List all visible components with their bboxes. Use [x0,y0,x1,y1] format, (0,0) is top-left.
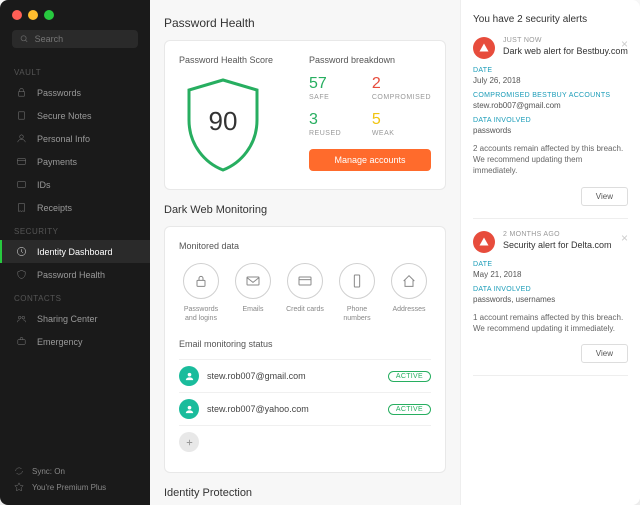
email-address: stew.rob007@gmail.com [207,371,380,381]
alert-accounts: stew.rob007@gmail.com [473,101,628,110]
email-row: stew.rob007@yahoo.com ACTIVE [179,392,431,425]
alerts-panel: You have 2 security alerts × JUST NOW Da… [460,0,640,505]
sidebar-item-label: Payments [37,157,77,167]
reused-count: 3REUSED [309,111,360,137]
identity-title: Identity Protection [164,487,446,499]
email-status-label: Email monitoring status [179,339,431,349]
alert-card: × 2 MONTHS AGO Security alert for Delta.… [473,231,628,376]
sidebar: VAULT Passwords Secure Notes Personal In… [0,0,150,505]
view-button[interactable]: View [581,344,628,363]
alert-field-label: DATE [473,261,628,268]
section-vault: VAULT [0,60,150,81]
sidebar-item-sharing-center[interactable]: Sharing Center [0,307,150,330]
avatar [179,366,199,386]
search-container[interactable] [12,30,138,48]
monitored-credit-cards[interactable]: Credit cards [283,263,327,323]
alert-date: July 26, 2018 [473,76,628,85]
sidebar-footer: Sync: On You're Premium Plus [0,453,150,505]
monitored-passwords[interactable]: Passwords and logins [179,263,223,323]
sidebar-item-payments[interactable]: Payments [0,150,150,173]
close-icon[interactable]: × [621,37,628,51]
alert-description: 2 accounts remain affected by this breac… [473,143,628,177]
monitored-emails[interactable]: Emails [231,263,275,323]
shield-icon: 90 [179,75,267,175]
sidebar-item-identity-dashboard[interactable]: Identity Dashboard [0,240,150,263]
sidebar-item-label: Emergency [37,337,83,347]
close-icon[interactable]: × [621,231,628,245]
score-value: 90 [209,106,238,137]
home-icon [401,273,417,289]
sidebar-item-password-health[interactable]: Password Health [0,263,150,286]
manage-accounts-button[interactable]: Manage accounts [309,149,431,171]
sidebar-item-passwords[interactable]: Passwords [0,81,150,104]
sidebar-item-label: Secure Notes [37,111,92,121]
sidebar-item-personal-info[interactable]: Personal Info [0,127,150,150]
alert-field-label: DATA INVOLVED [473,117,628,124]
alert-time: JUST NOW [503,37,628,44]
alert-date: May 21, 2018 [473,270,628,279]
score-label: Password Health Score [179,55,289,65]
alert-card: × JUST NOW Dark web alert for Bestbuy.co… [473,37,628,219]
weak-count: 5WEAK [372,111,431,137]
section-security: SECURITY [0,219,150,240]
email-row: stew.rob007@gmail.com ACTIVE [179,359,431,392]
sidebar-item-label: Receipts [37,203,72,213]
phone-icon [349,273,365,289]
alert-title: Dark web alert for Bestbuy.com [503,46,628,58]
alert-icon [473,37,495,59]
password-health-card: Password Health Score 90 Password breakd… [164,40,446,190]
sidebar-item-emergency[interactable]: Emergency [0,330,150,353]
search-icon [20,34,29,44]
sidebar-item-label: Personal Info [37,134,90,144]
sidebar-item-label: IDs [37,180,51,190]
sidebar-item-label: Password Health [37,270,105,280]
alerts-header: You have 2 security alerts [473,14,628,25]
sidebar-item-label: Identity Dashboard [37,247,113,257]
safe-count: 57SAFE [309,75,360,101]
view-button[interactable]: View [581,187,628,206]
alert-title: Security alert for Delta.com [503,240,612,252]
envelope-icon [245,273,261,289]
alert-time: 2 MONTHS AGO [503,231,612,238]
alert-icon [473,231,495,253]
compromised-count: 2COMPROMISED [372,75,431,101]
status-badge: ACTIVE [388,371,431,382]
sync-status[interactable]: Sync: On [14,463,136,479]
sidebar-item-label: Passwords [37,88,81,98]
alert-field-label: COMPROMISED BESTBUY ACCOUNTS [473,92,628,99]
email-address: stew.rob007@yahoo.com [207,404,380,414]
window-zoom[interactable] [44,10,54,20]
window-minimize[interactable] [28,10,38,20]
section-contacts: CONTACTS [0,286,150,307]
alert-data: passwords [473,126,628,135]
main-content: Password Health Password Health Score 90… [150,0,460,505]
search-input[interactable] [35,34,130,44]
alert-description: 1 account remains affected by this breac… [473,312,628,334]
alert-field-label: DATE [473,67,628,74]
darkweb-card: Monitored data Passwords and logins Emai… [164,226,446,473]
monitored-phone[interactable]: Phone numbers [335,263,379,323]
window-close[interactable] [12,10,22,20]
breakdown-label: Password breakdown [309,55,431,65]
sidebar-item-receipts[interactable]: Receipts [0,196,150,219]
lock-icon [193,273,209,289]
alert-data: passwords, usernames [473,295,628,304]
darkweb-title: Dark Web Monitoring [164,204,446,216]
monitored-label: Monitored data [179,241,431,251]
monitored-addresses[interactable]: Addresses [387,263,431,323]
card-icon [297,273,313,289]
avatar [179,399,199,419]
status-badge: ACTIVE [388,404,431,415]
sidebar-item-ids[interactable]: IDs [0,173,150,196]
sidebar-item-label: Sharing Center [37,314,98,324]
sidebar-item-secure-notes[interactable]: Secure Notes [0,104,150,127]
add-email-row[interactable] [179,425,431,458]
page-title: Password Health [164,16,446,30]
plan-status[interactable]: You're Premium Plus [14,479,136,495]
add-icon [179,432,199,452]
alert-field-label: DATA INVOLVED [473,286,628,293]
